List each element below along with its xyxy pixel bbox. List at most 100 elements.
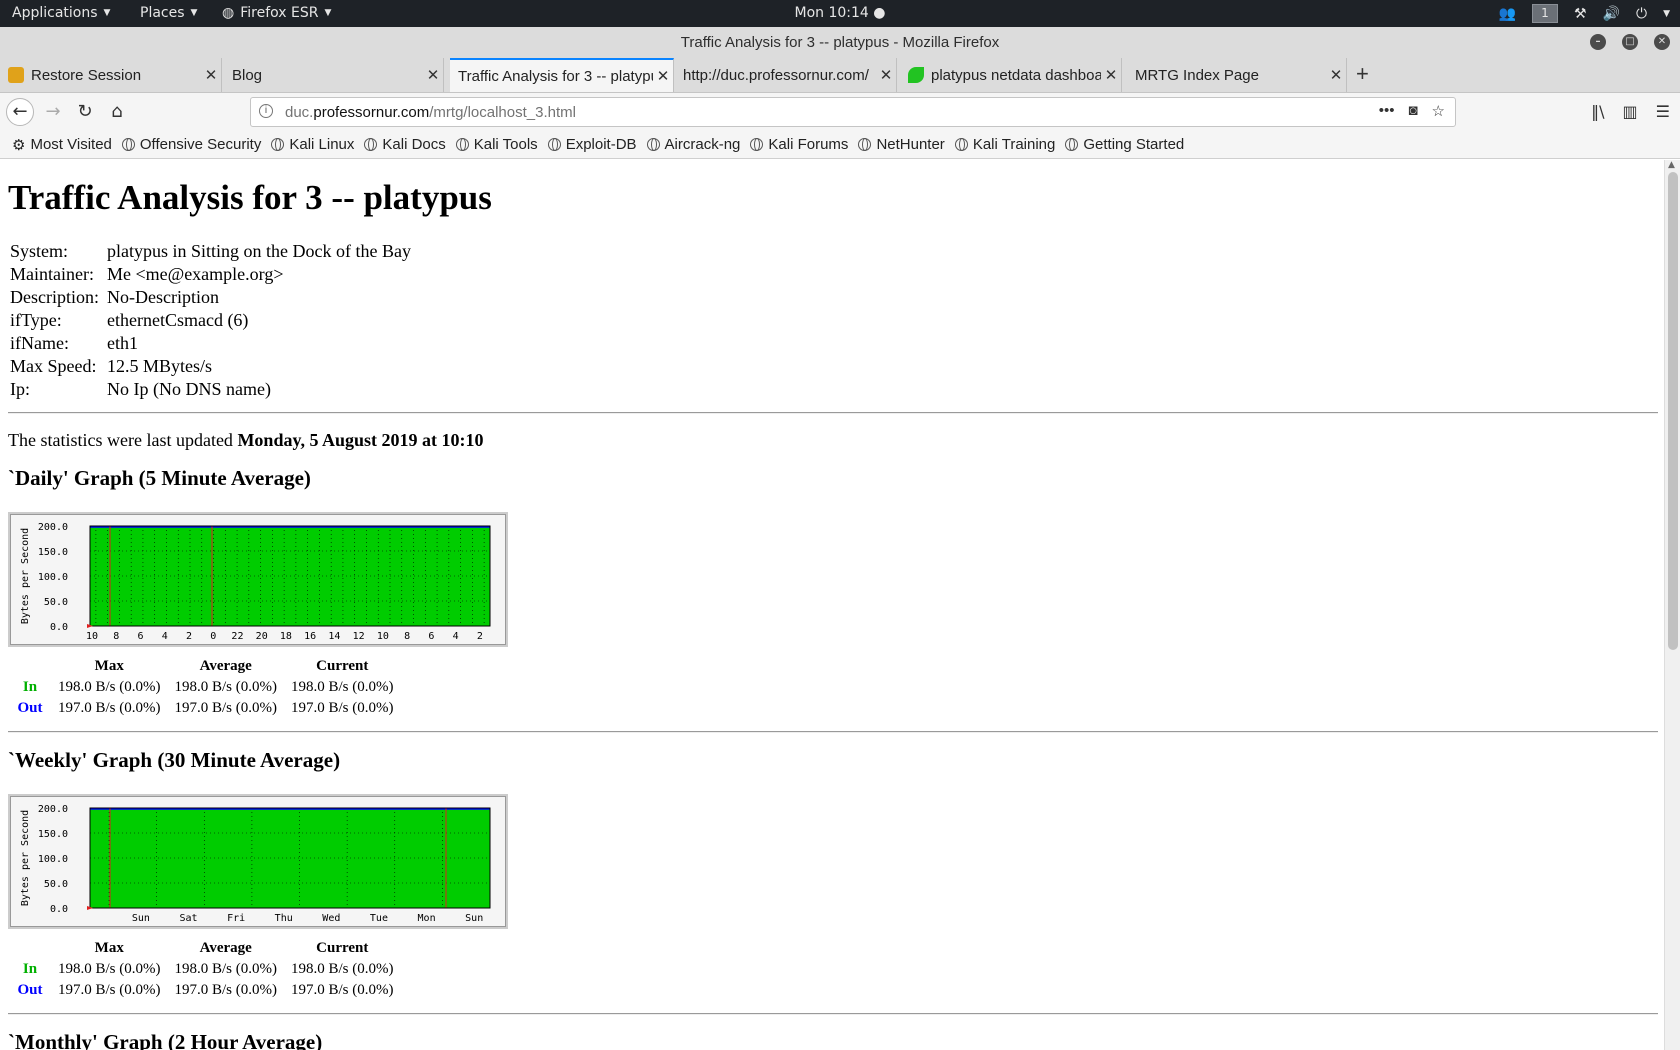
reload-icon[interactable]: ↻ bbox=[72, 99, 98, 125]
sidebar-icon[interactable]: ▥ bbox=[1623, 102, 1638, 121]
out-label: Out bbox=[17, 982, 43, 998]
power-icon[interactable]: ⏻ bbox=[1636, 6, 1647, 22]
applications-label: Applications bbox=[12, 5, 98, 21]
weekly-graph: 200.0 150.0 100.0 50.0 0.0 Bytes per Second Su… bbox=[8, 794, 508, 929]
restore-session-icon bbox=[8, 67, 24, 83]
tab-duc-professornur[interactable]: http://duc.professornur.com/ ✕ bbox=[675, 58, 897, 92]
bookmark-kali-linux[interactable]: Kali Linux bbox=[271, 136, 354, 153]
workspace-indicator[interactable]: 1 bbox=[1532, 4, 1558, 23]
window-title: Traffic Analysis for 3 -- platypus - Moz… bbox=[680, 34, 1000, 51]
daily-graph-title: `Daily' Graph (5 Minute Average) bbox=[8, 466, 311, 490]
bookmark-aircrack-ng[interactable]: Aircrack-ng bbox=[646, 136, 740, 153]
x-tick-label: 20 bbox=[256, 631, 268, 642]
bookmark-label: Kali Tools bbox=[473, 136, 538, 153]
bookmark-kali-training[interactable]: Kali Training bbox=[954, 136, 1055, 153]
info-value: No Ip (No DNS name) bbox=[106, 379, 271, 399]
scrollbar-thumb[interactable] bbox=[1668, 172, 1678, 650]
bookmark-exploit-db[interactable]: Exploit-DB bbox=[547, 136, 637, 153]
minimize-button[interactable]: – bbox=[1590, 34, 1606, 50]
close-window-button[interactable]: ✕ bbox=[1654, 34, 1670, 50]
stats-header-max: Max bbox=[94, 658, 124, 674]
y-axis-label: Bytes per Second bbox=[20, 810, 31, 906]
info-label: Maintainer: bbox=[10, 264, 94, 284]
x-tick-label: 2 bbox=[186, 631, 192, 642]
bookmark-star-icon[interactable]: ☆ bbox=[1432, 102, 1445, 120]
url-path: /mrtg/localhost_3.html bbox=[429, 104, 576, 121]
tab-restore-session[interactable]: Restore Session ✕ bbox=[0, 58, 222, 92]
page-scrollbar[interactable]: ▲ bbox=[1664, 160, 1680, 1050]
bookmark-kali-docs[interactable]: Kali Docs bbox=[364, 136, 446, 153]
info-label: ifName: bbox=[10, 333, 69, 353]
in-average: 198.0 B/s (0.0%) bbox=[174, 679, 278, 695]
url-domain: professornur.com bbox=[313, 104, 430, 121]
close-tab-icon[interactable]: ✕ bbox=[1101, 66, 1121, 84]
divider bbox=[8, 731, 1658, 733]
x-tick-label: Sun bbox=[465, 913, 483, 924]
chevron-down-icon: ▼ bbox=[190, 8, 198, 18]
in-max: 198.0 B/s (0.0%) bbox=[58, 961, 161, 977]
page-actions-icon[interactable]: ••• bbox=[1379, 102, 1395, 120]
netdata-leaf-icon bbox=[908, 67, 924, 83]
tab-bar: Restore Session ✕ Blog ✕ Traffic Analysi… bbox=[0, 57, 1680, 93]
x-tick-label: 6 bbox=[137, 631, 143, 642]
bookmark-offensive-security[interactable]: Offensive Security bbox=[121, 136, 261, 153]
applications-menu[interactable]: Applications ▼ bbox=[12, 5, 110, 21]
places-menu[interactable]: Places ▼ bbox=[140, 5, 197, 21]
globe-icon bbox=[1065, 138, 1079, 151]
stats-row-out: Out 197.0 B/s (0.0%) 197.0 B/s (0.0%) 19… bbox=[10, 698, 400, 719]
tab-label: MRTG Index Page bbox=[1135, 66, 1259, 84]
maximize-button[interactable]: □ bbox=[1622, 34, 1638, 50]
x-tick-label: 22 bbox=[231, 631, 243, 642]
info-value: No-Description bbox=[106, 287, 219, 307]
scroll-up-icon[interactable]: ▲ bbox=[1668, 160, 1675, 170]
tab-traffic-analysis[interactable]: Traffic Analysis for 3 -- platypus ✕ bbox=[450, 58, 674, 92]
x-tick-label: 14 bbox=[328, 631, 340, 642]
url-text: duc.professornur.com/mrtg/localhost_3.ht… bbox=[285, 104, 576, 121]
stats-header-average: Average bbox=[199, 940, 252, 956]
in-current: 198.0 B/s (0.0%) bbox=[291, 679, 394, 695]
url-bar[interactable]: i duc.professornur.com/mrtg/localhost_3.… bbox=[250, 97, 1456, 127]
bookmark-label: Exploit-DB bbox=[565, 136, 637, 153]
firefox-app-menu[interactable]: ◍ Firefox ESR ▼ bbox=[222, 5, 331, 21]
pocket-icon[interactable]: ◙ bbox=[1408, 102, 1417, 120]
y-axis-label: Bytes per Second bbox=[20, 528, 31, 624]
chevron-down-icon[interactable]: ▼ bbox=[1663, 9, 1670, 19]
y-tick-label: 0.0 bbox=[50, 622, 68, 633]
volume-icon[interactable]: 🔊 bbox=[1603, 6, 1620, 22]
info-value: 12.5 MBytes/s bbox=[106, 356, 212, 376]
tools-icon[interactable]: ⚒ bbox=[1574, 6, 1587, 22]
back-arrow-icon[interactable]: ← bbox=[6, 98, 34, 126]
y-tick-label: 0.0 bbox=[50, 904, 68, 915]
stats-row-out: Out 197.0 B/s (0.0%) 197.0 B/s (0.0%) 19… bbox=[10, 980, 400, 1001]
out-current: 197.0 B/s (0.0%) bbox=[291, 700, 394, 716]
chevron-down-icon: ▼ bbox=[103, 8, 111, 18]
bookmark-label: Getting Started bbox=[1083, 136, 1185, 153]
tab-netdata-dashboard[interactable]: platypus netdata dashboard ✕ bbox=[900, 58, 1122, 92]
y-tick-label: 50.0 bbox=[44, 879, 68, 890]
site-info-icon[interactable]: i bbox=[259, 104, 273, 118]
hamburger-menu-icon[interactable]: ☰ bbox=[1656, 102, 1670, 121]
close-tab-icon[interactable]: ✕ bbox=[423, 66, 443, 84]
bookmark-most-visited[interactable]: ⚙ Most Visited bbox=[12, 136, 112, 154]
home-icon[interactable]: ⌂ bbox=[104, 99, 130, 125]
in-max: 198.0 B/s (0.0%) bbox=[58, 679, 161, 695]
bookmark-getting-started[interactable]: Getting Started bbox=[1065, 136, 1184, 153]
daily-stats-table: Max Average Current In 198.0 B/s (0.0%) … bbox=[8, 656, 402, 719]
close-tab-icon[interactable]: ✕ bbox=[876, 66, 896, 84]
tab-blog[interactable]: Blog ✕ bbox=[222, 58, 444, 92]
library-icon[interactable]: ‖\ bbox=[1591, 102, 1604, 121]
tab-mrtg-index[interactable]: MRTG Index Page ✕ bbox=[1125, 58, 1347, 92]
bookmark-kali-tools[interactable]: Kali Tools bbox=[455, 136, 538, 153]
close-tab-icon[interactable]: ✕ bbox=[201, 66, 221, 84]
system-info-row: ifType: ethernetCsmacd (6) bbox=[10, 309, 417, 332]
close-tab-icon[interactable]: ✕ bbox=[1326, 66, 1346, 84]
new-tab-plus-icon[interactable]: + bbox=[1356, 61, 1369, 87]
forward-arrow-icon[interactable]: → bbox=[40, 99, 66, 125]
bookmark-nethunter[interactable]: NetHunter bbox=[858, 136, 945, 153]
tab-label: Restore Session bbox=[31, 66, 142, 84]
bookmark-kali-forums[interactable]: Kali Forums bbox=[750, 136, 848, 153]
system-tray: 👥 1 ⚒ 🔊 ⏻ ▼ bbox=[1499, 4, 1670, 23]
people-icon[interactable]: 👥 bbox=[1499, 6, 1516, 22]
bookmark-label: Most Visited bbox=[30, 136, 112, 153]
close-tab-icon[interactable]: ✕ bbox=[653, 67, 673, 85]
